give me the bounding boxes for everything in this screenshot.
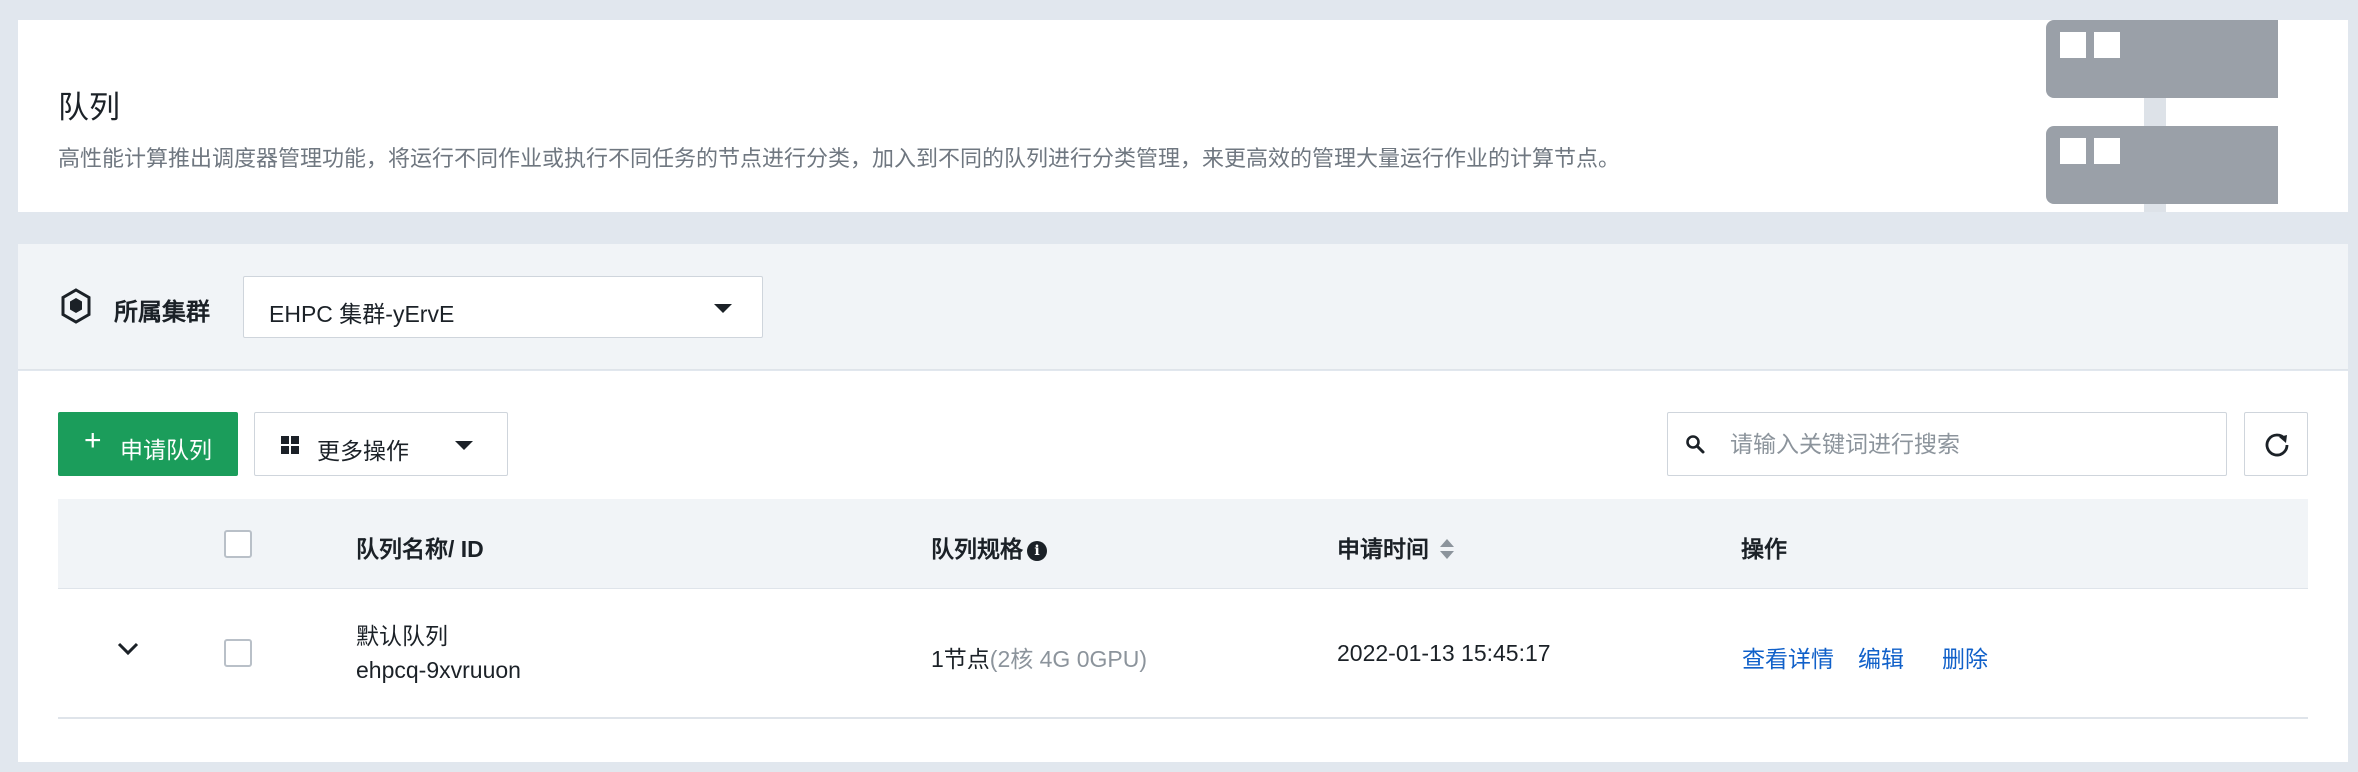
queue-panel: + 申请队列 更多操作 队列名称/ ID 队列规格i 申请时间 xyxy=(18,371,2348,762)
queue-spec-detail: (2核 4G 0GPU) xyxy=(989,646,1148,672)
cluster-select-value: EHPC 集群-yErvE xyxy=(269,301,455,327)
info-icon[interactable]: i xyxy=(1027,541,1047,561)
queue-id: ehpcq-9xvruuon xyxy=(356,657,521,683)
select-all-checkbox[interactable] xyxy=(224,530,252,558)
cluster-label: 所属集群 xyxy=(114,299,210,326)
page-banner: 队列 高性能计算推出调度器管理功能，将运行不同作业或执行不同任务的节点进行分类，… xyxy=(18,20,2348,212)
refresh-button[interactable] xyxy=(2244,412,2308,476)
grid-icon xyxy=(281,436,299,454)
delete-link[interactable]: 删除 xyxy=(1942,640,1988,674)
more-actions-label: 更多操作 xyxy=(317,438,409,464)
page-title: 队列 xyxy=(58,90,120,125)
cube-icon xyxy=(61,288,91,324)
row-checkbox[interactable] xyxy=(224,639,252,667)
column-header-time[interactable]: 申请时间 xyxy=(1337,530,1455,564)
cluster-bar: 所属集群 EHPC 集群-yErvE xyxy=(18,244,2348,370)
column-header-name: 队列名称/ ID xyxy=(356,536,484,562)
table-header: 队列名称/ ID 队列规格 i 申请时间 操作 xyxy=(58,499,2308,589)
view-details-link[interactable]: 查看详情 xyxy=(1742,640,1834,674)
sort-icon[interactable] xyxy=(1439,538,1455,560)
search-input[interactable] xyxy=(1730,413,2210,475)
edit-link[interactable]: 编辑 xyxy=(1858,640,1904,674)
caret-down-icon xyxy=(714,304,732,313)
plus-icon: + xyxy=(84,424,102,457)
column-header-spec: 队列规格 i xyxy=(931,530,1047,564)
column-header-time-label: 申请时间 xyxy=(1337,536,1429,562)
page-description: 高性能计算推出调度器管理功能，将运行不同作业或执行不同任务的节点进行分类，加入到… xyxy=(58,146,1621,171)
chevron-down-icon[interactable] xyxy=(116,641,140,657)
table-row: 默认队列 ehpcq-9xvruuon 1节点(2核 4G 0GPU) 2022… xyxy=(58,589,2308,719)
queue-name: 默认队列 xyxy=(356,623,448,649)
search-icon xyxy=(1686,435,1705,454)
caret-down-icon xyxy=(455,441,473,450)
search-box xyxy=(1667,412,2227,476)
queue-spec: 1节点(2核 4G 0GPU) xyxy=(931,640,1147,674)
apply-time: 2022-01-13 15:45:17 xyxy=(1337,640,1551,666)
apply-queue-label: 申请队列 xyxy=(120,437,212,463)
cluster-select[interactable]: EHPC 集群-yErvE xyxy=(243,276,763,338)
server-illustration-icon xyxy=(2046,20,2278,212)
column-header-spec-label: 队列规格 xyxy=(931,536,1023,562)
more-actions-dropdown[interactable]: 更多操作 xyxy=(254,412,508,476)
column-header-actions: 操作 xyxy=(1741,536,1787,562)
queue-nodes: 1节点 xyxy=(931,646,990,672)
apply-queue-button[interactable]: + 申请队列 xyxy=(58,412,238,476)
refresh-icon xyxy=(2265,433,2289,457)
